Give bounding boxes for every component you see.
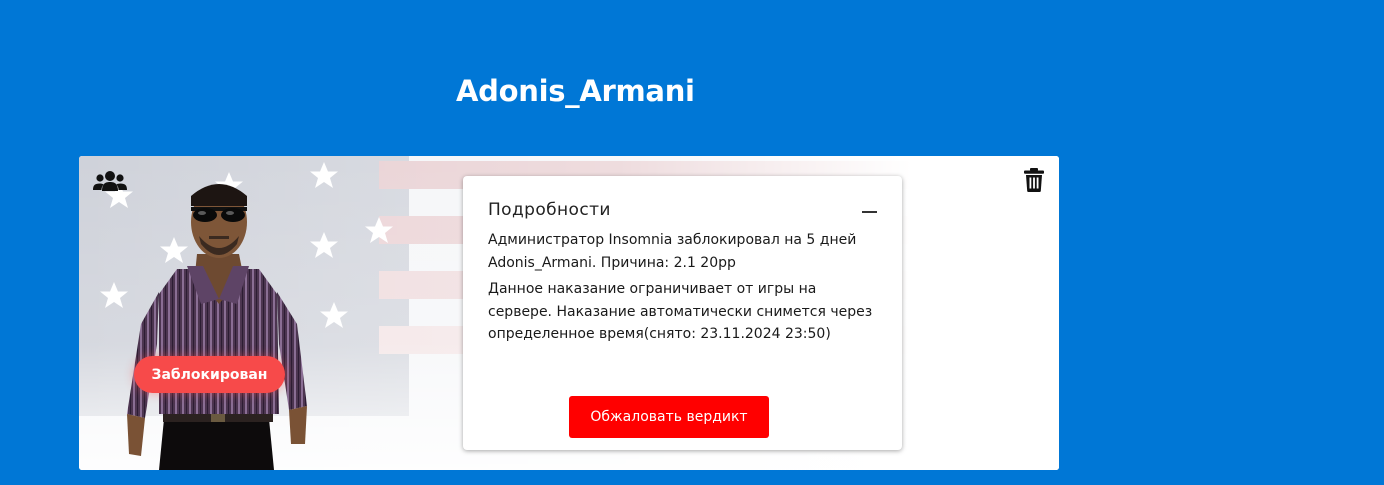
details-panel: Подробности Администратор Insomnia забло…: [463, 176, 902, 450]
collapse-button[interactable]: [856, 202, 884, 222]
appeal-button[interactable]: Обжаловать вердикт: [569, 396, 769, 438]
page-title: Adonis_Armani: [456, 74, 695, 108]
status-badge: Заблокирован: [134, 356, 285, 393]
details-title: Подробности: [488, 200, 611, 220]
info-message: Данное наказание ограничивает от игры на…: [488, 281, 873, 342]
ban-message: Администратор Insomnia заблокировал на 5…: [488, 232, 857, 271]
minus-icon[interactable]: [862, 211, 877, 213]
character-avatar: [127, 184, 307, 470]
trash-icon[interactable]: [1024, 168, 1044, 192]
